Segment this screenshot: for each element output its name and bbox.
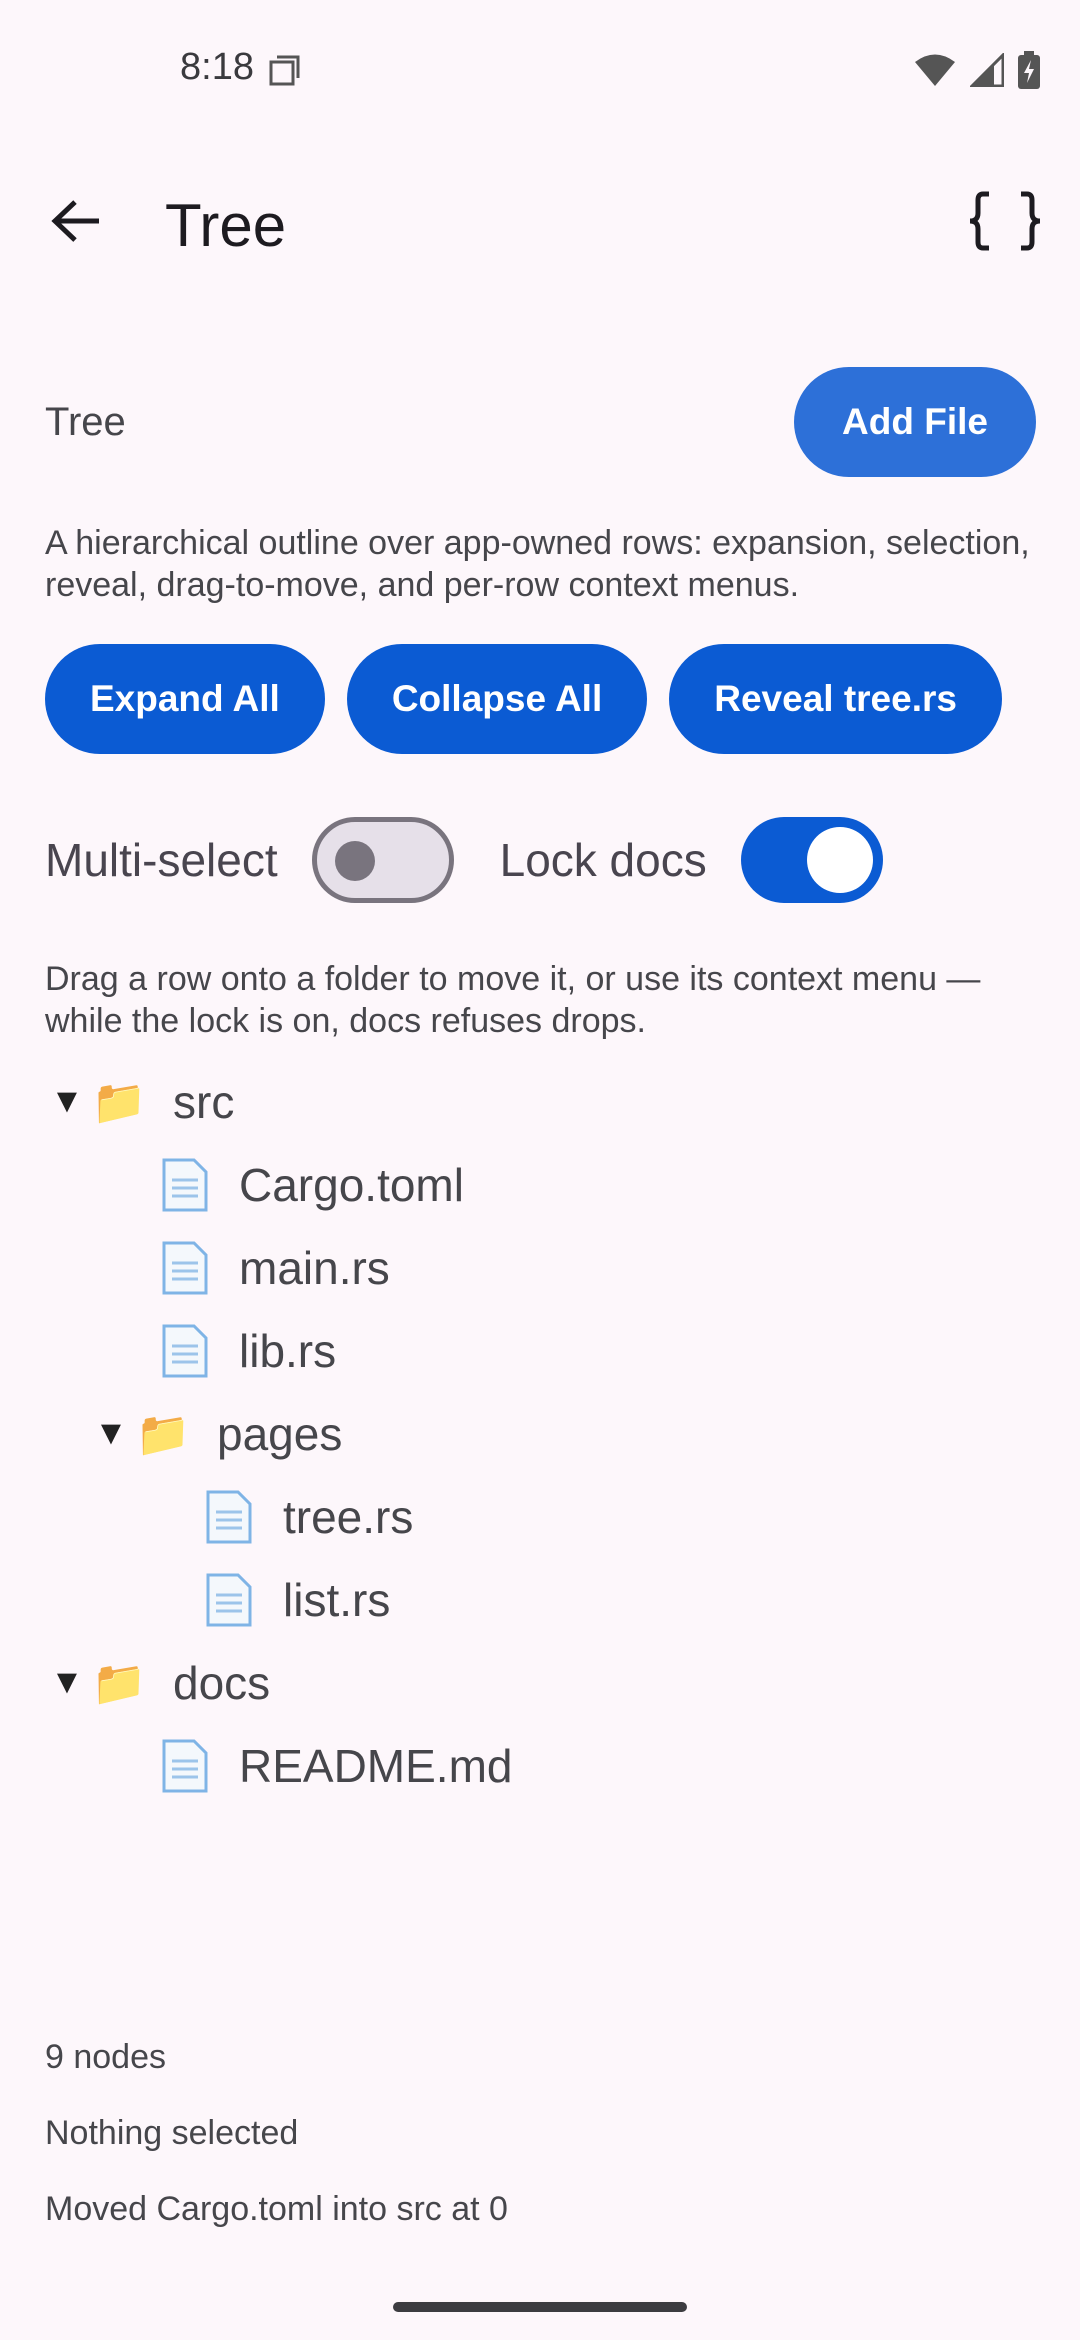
switch-knob (806, 827, 873, 893)
tree-row-label: tree.rs (283, 1490, 414, 1543)
last-action-status: Moved Cargo.toml into src at 0 (45, 2190, 508, 2228)
tree-row-label: docs (173, 1656, 271, 1709)
action-buttons: Expand All Collapse All Reveal tree.rs (45, 644, 1002, 754)
file-icon (199, 1489, 259, 1545)
expand-caret-icon[interactable]: ▼ (45, 1082, 89, 1121)
tree-row-label: src (173, 1075, 235, 1128)
multi-select-label: Multi-select (45, 834, 278, 886)
status-icons (914, 50, 1040, 90)
tree-row[interactable]: ▼ 📁 docs (45, 1641, 270, 1724)
toggle-row: Multi-select Lock docs (45, 815, 883, 905)
expand-caret-icon[interactable]: ▼ (89, 1414, 133, 1453)
expand-all-button[interactable]: Expand All (45, 644, 325, 754)
code-button[interactable] (960, 185, 1050, 257)
expand-caret-icon[interactable]: ▼ (45, 1663, 89, 1702)
section-description: A hierarchical outline over app-owned ro… (45, 524, 1030, 604)
folder-icon: 📁 (135, 1409, 191, 1459)
file-icon (155, 1323, 215, 1379)
tree-row[interactable]: tree.rs (199, 1475, 413, 1558)
tree-row-label: main.rs (239, 1241, 390, 1294)
tree-row-label: README.md (239, 1739, 513, 1792)
file-icon (155, 1157, 215, 1213)
tree-row[interactable]: ▼ 📁 src (45, 1060, 234, 1143)
tree-row[interactable]: Cargo.toml (155, 1143, 464, 1226)
lock-docs-switch[interactable] (740, 817, 883, 903)
status-time: 8:18 (180, 46, 254, 88)
file-icon (199, 1572, 259, 1628)
tree-row-label: pages (217, 1407, 343, 1460)
back-button[interactable] (40, 185, 112, 257)
tree-row[interactable]: list.rs (199, 1558, 390, 1641)
folder-icon: 📁 (91, 1077, 147, 1127)
file-icon (155, 1240, 215, 1296)
battery-icon (1018, 51, 1040, 89)
screenshot-icon (269, 55, 300, 86)
add-file-button[interactable]: Add File (794, 367, 1036, 477)
signal-icon (970, 53, 1004, 87)
reveal-button[interactable]: Reveal tree.rs (669, 644, 1002, 754)
braces-icon (969, 191, 1041, 251)
collapse-all-button[interactable]: Collapse All (346, 644, 648, 754)
switch-knob (334, 841, 375, 881)
lock-docs-label: Lock docs (499, 834, 707, 886)
file-icon (155, 1738, 215, 1794)
tree-row[interactable]: README.md (155, 1724, 512, 1807)
page-title: Tree (165, 192, 287, 259)
tree-row-label: list.rs (283, 1573, 391, 1626)
tree-row-label: Cargo.toml (239, 1158, 464, 1211)
folder-icon: 📁 (91, 1658, 147, 1708)
selection-status: Nothing selected (45, 2114, 299, 2152)
tree-row[interactable]: ▼ 📁 pages (89, 1392, 342, 1475)
tree-row-label: lib.rs (239, 1324, 337, 1377)
wifi-icon (915, 54, 955, 86)
drag-hint: Drag a row onto a folder to move it, or … (45, 960, 981, 1040)
node-count: 9 nodes (45, 2038, 166, 2076)
multi-select-switch[interactable] (311, 817, 454, 903)
tree-row[interactable]: lib.rs (155, 1309, 336, 1392)
arrow-back-icon (51, 200, 99, 242)
section-title: Tree (45, 400, 126, 444)
tree-row[interactable]: main.rs (155, 1226, 390, 1309)
home-indicator[interactable] (393, 2302, 687, 2312)
